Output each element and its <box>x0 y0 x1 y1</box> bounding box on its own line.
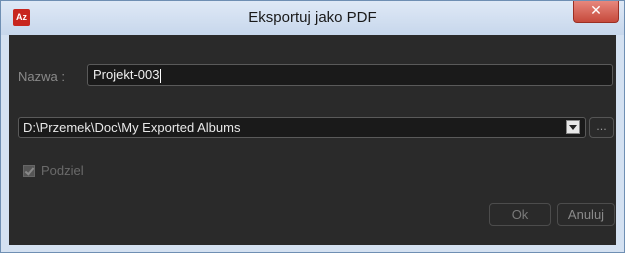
export-path-combobox[interactable]: D:\Przemek\Doc\My Exported Albums <box>18 117 586 138</box>
browse-button[interactable]: ... <box>589 117 614 138</box>
chevron-down-icon[interactable] <box>566 120 580 134</box>
ok-button[interactable]: Ok <box>489 203 551 226</box>
name-label: Nazwa : <box>18 69 65 84</box>
name-input[interactable]: Projekt-003 <box>87 64 613 86</box>
export-path-value: D:\Przemek\Doc\My Exported Albums <box>23 120 241 135</box>
dialog-title: Eksportuj jako PDF <box>248 9 377 26</box>
text-caret <box>160 68 162 83</box>
cancel-button[interactable]: Anuluj <box>557 203 615 226</box>
split-checkbox[interactable] <box>23 165 35 177</box>
close-button[interactable]: ✕ <box>573 1 619 23</box>
dialog-body: Nazwa : Projekt-003 D:\Przemek\Doc\My Ex… <box>9 35 616 245</box>
export-pdf-dialog: Az Eksportuj jako PDF ✕ Nazwa : Projekt-… <box>0 0 625 253</box>
close-icon: ✕ <box>590 3 602 19</box>
split-checkbox-label: Podziel <box>41 163 84 178</box>
name-input-value: Projekt-003 <box>93 67 160 82</box>
title-bar[interactable]: Az Eksportuj jako PDF ✕ <box>1 1 624 35</box>
